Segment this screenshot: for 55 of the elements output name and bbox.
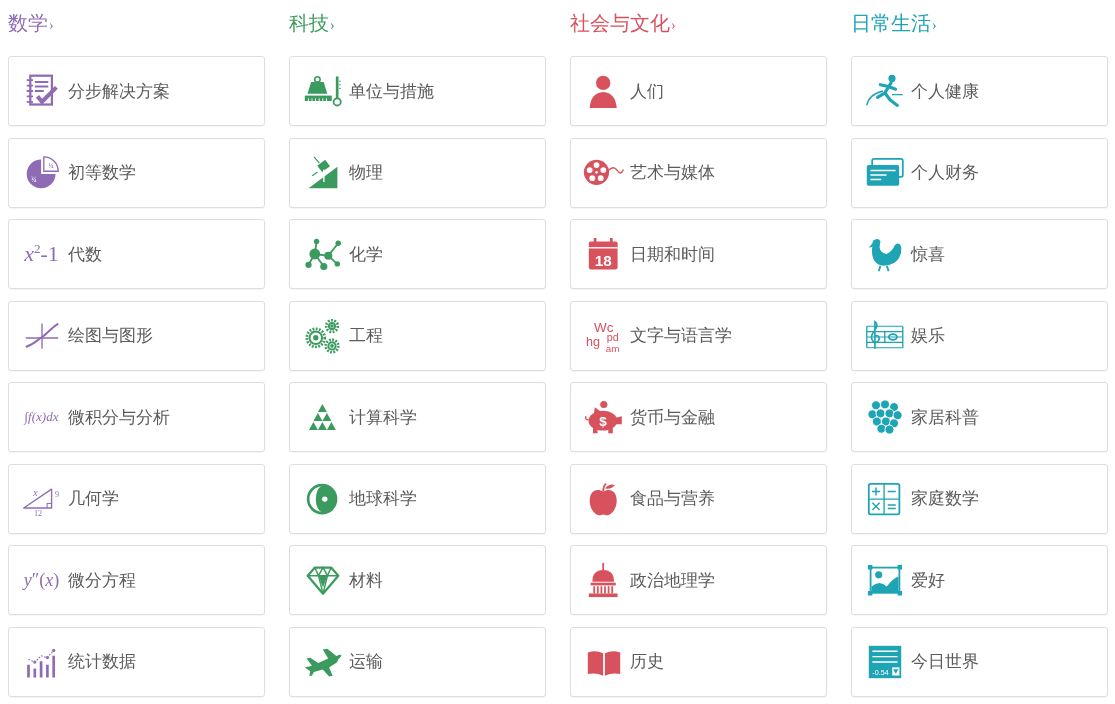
- topic-link[interactable]: 物理: [289, 137, 546, 208]
- calculator-icon: [867, 481, 902, 516]
- topic-link[interactable]: 分步解决方案: [8, 56, 265, 126]
- domed-building-icon: [587, 562, 620, 599]
- apple-icon: [587, 480, 620, 517]
- topic-link[interactable]: ∫f(x)dx 微积分与分析: [8, 382, 265, 453]
- topic-link[interactable]: 工程: [289, 300, 546, 371]
- topic-link[interactable]: 历史: [570, 626, 827, 697]
- topic-link[interactable]: y″(x) 微分方程: [8, 545, 265, 616]
- category-heading[interactable]: 科技›: [289, 8, 335, 40]
- category-heading[interactable]: 社会与文化›: [570, 8, 676, 40]
- formula-text: x$^{2}$-1: [24, 240, 59, 268]
- topic-link[interactable]: 统计数据: [8, 626, 265, 697]
- gears-icon: [304, 317, 341, 354]
- topic-link[interactable]: 地球科学: [289, 463, 546, 534]
- molecule-icon: [303, 236, 342, 273]
- diamond-icon: [304, 564, 341, 597]
- formula-text: y″(x): [23, 569, 60, 591]
- topic-link[interactable]: 化学: [289, 219, 546, 290]
- topic-link[interactable]: 材料: [289, 545, 546, 616]
- topic-link[interactable]: 家庭数学: [851, 463, 1108, 534]
- topic-link[interactable]: 娱乐: [851, 300, 1108, 371]
- topic-link[interactable]: -0.54 今日世界: [851, 626, 1108, 697]
- topic-link[interactable]: 个人财务: [851, 137, 1108, 208]
- topic-link[interactable]: 政治地理学: [570, 545, 827, 616]
- topic-link[interactable]: $ 货币与金融: [570, 382, 827, 453]
- film-reel-icon: [582, 157, 625, 188]
- person-silhouette-icon: [587, 73, 620, 109]
- topic-link[interactable]: 计算科学: [289, 382, 546, 453]
- runner-icon: [864, 73, 905, 109]
- cards-icon: [864, 157, 905, 188]
- topic-link[interactable]: 艺术与媒体: [570, 137, 827, 208]
- formula-text: ∫f(x)dx: [24, 409, 59, 426]
- weight-ruler-icon: [302, 73, 343, 109]
- crescent-disc-icon: [305, 481, 340, 516]
- topic-link[interactable]: 惊喜: [851, 219, 1108, 290]
- music-staff-icon: [864, 319, 905, 352]
- topic-link[interactable]: 家居科普: [851, 382, 1108, 453]
- topic-link[interactable]: 运输: [289, 626, 546, 697]
- price-panel-icon: -0.54: [866, 643, 903, 680]
- topic-link[interactable]: 人们: [570, 56, 827, 126]
- topic-link[interactable]: 爱好: [851, 545, 1108, 616]
- bird-icon: [866, 236, 903, 273]
- picture-icon: [866, 564, 903, 597]
- grapes-icon: [866, 399, 903, 436]
- topic-link[interactable]: 食品与营养: [570, 463, 827, 534]
- topic-link[interactable]: 个人健康: [851, 56, 1108, 126]
- topic-link[interactable]: 单位与措施: [289, 56, 546, 126]
- triangle-pattern-icon: [308, 403, 337, 432]
- topic-link[interactable]: x 9 12 几何学: [8, 463, 265, 534]
- curve-graph-icon: [23, 320, 60, 351]
- topic-link[interactable]: 绘图与图形: [8, 300, 265, 371]
- topic-link[interactable]: x$^{2}$-1 代数: [8, 219, 265, 290]
- category-heading[interactable]: 数学›: [8, 8, 54, 40]
- topic-link[interactable]: 18 日期和时间: [570, 219, 827, 290]
